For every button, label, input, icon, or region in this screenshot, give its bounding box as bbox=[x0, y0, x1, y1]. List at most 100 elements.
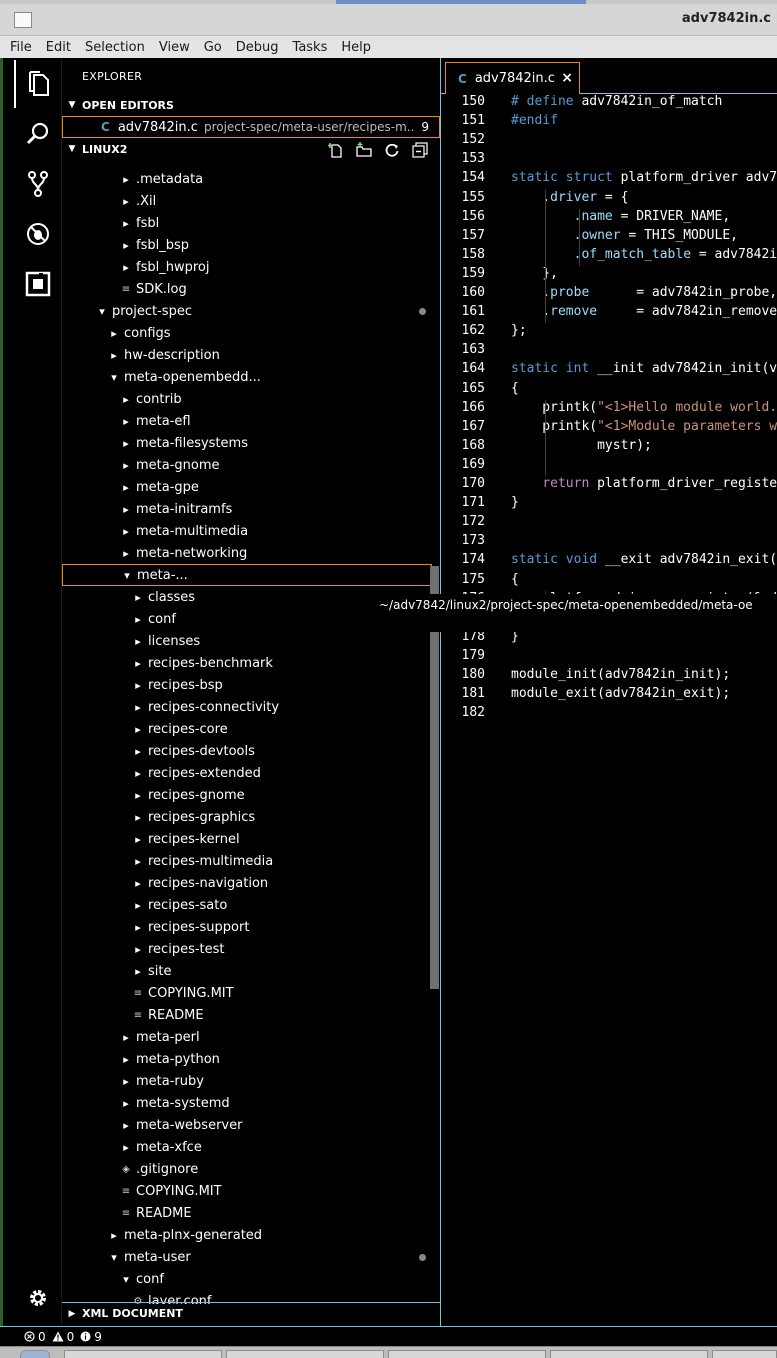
path-tooltip: ~/adv7842/linux2/project-spec/meta-opene… bbox=[372, 594, 777, 632]
tree-folder-item[interactable]: ▸ recipes-benchmark bbox=[62, 652, 432, 674]
tree-folder-item[interactable]: ▸ site bbox=[62, 960, 432, 982]
tree-folder-item[interactable]: ▸ configs bbox=[62, 322, 432, 344]
tree-folder-item[interactable]: ▸ meta-gpe bbox=[62, 476, 432, 498]
tree-folder-item[interactable]: ▸ meta-efl bbox=[62, 410, 432, 432]
open-editor-item[interactable]: C adv7842in.c project-spec/meta-user/rec… bbox=[62, 116, 440, 138]
tree-file-item[interactable]: ≡ SDK.log bbox=[62, 278, 432, 300]
chevron-right-icon: ▸ bbox=[123, 1074, 129, 1088]
chevron-right-icon: ▸ bbox=[123, 1118, 129, 1132]
menu-go[interactable]: Go bbox=[204, 40, 222, 55]
errors-status[interactable]: 0 bbox=[24, 1330, 46, 1344]
settings-gear-icon[interactable] bbox=[14, 1274, 62, 1322]
menu-tasks[interactable]: Tasks bbox=[293, 40, 328, 55]
tree-folder-item[interactable]: ▸ meta-perl bbox=[62, 1026, 432, 1048]
tree-folder-item[interactable]: ▸ recipes-extended bbox=[62, 762, 432, 784]
tree-item-label: recipes-devtools bbox=[148, 743, 255, 759]
chevron-down-icon: ▾ bbox=[123, 1272, 129, 1286]
source-control-icon[interactable] bbox=[14, 160, 62, 208]
tree-folder-item[interactable]: ▸ meta-ruby bbox=[62, 1070, 432, 1092]
new-file-icon[interactable] bbox=[322, 142, 350, 158]
menu-debug[interactable]: Debug bbox=[236, 40, 279, 55]
tree-folder-item[interactable]: ▸ recipes-gnome bbox=[62, 784, 432, 806]
tree-folder-item[interactable]: ▸ recipes-bsp bbox=[62, 674, 432, 696]
tree-folder-item[interactable]: ▸ recipes-devtools bbox=[62, 740, 432, 762]
tree-folder-item[interactable]: ▸ meta-filesystems bbox=[62, 432, 432, 454]
tree-folder-item[interactable]: ▸ recipes-navigation bbox=[62, 872, 432, 894]
extensions-icon[interactable] bbox=[14, 260, 62, 308]
xml-document-header[interactable]: ▶ XML DOCUMENT bbox=[62, 1302, 441, 1324]
collapse-all-icon[interactable] bbox=[406, 142, 434, 158]
tree-folder-item[interactable]: ▸ hw-description bbox=[62, 344, 432, 366]
tree-file-item[interactable]: ◈ .gitignore bbox=[62, 1158, 432, 1180]
tree-folder-item[interactable]: ▸ fsbl bbox=[62, 212, 432, 234]
warnings-status[interactable]: 0 bbox=[52, 1330, 74, 1344]
line-number: 170 bbox=[461, 476, 485, 491]
menu-selection[interactable]: Selection bbox=[85, 40, 145, 55]
taskbar-item-2[interactable] bbox=[226, 1350, 384, 1358]
tree-folder-item[interactable]: ▸ meta-plnx-generated bbox=[62, 1224, 432, 1246]
tree-folder-item[interactable]: ▸ meta-gnome bbox=[62, 454, 432, 476]
tree-file-item[interactable]: ≡ COPYING.MIT bbox=[62, 1180, 432, 1202]
taskbar-item-5[interactable] bbox=[712, 1350, 777, 1358]
tree-folder-item[interactable]: ▾ project-spec bbox=[62, 300, 432, 322]
tree-folder-item[interactable]: ▸ .metadata bbox=[62, 168, 432, 190]
explorer-icon[interactable] bbox=[14, 60, 62, 108]
tree-folder-item[interactable]: ▸ meta-webserver bbox=[62, 1114, 432, 1136]
line-number: 151 bbox=[461, 113, 485, 129]
code-editor[interactable]: 150 # define adv7842in_of_match 151 #endif 1… bbox=[441, 94, 777, 1326]
tree-folder-item[interactable]: ▸ recipes-sato bbox=[62, 894, 432, 916]
tree-folder-item[interactable]: ▾ meta-openembedd... bbox=[62, 366, 432, 388]
refresh-icon[interactable] bbox=[378, 142, 406, 158]
window-drag-area[interactable] bbox=[336, 0, 586, 4]
tree-folder-item[interactable]: ▸ recipes-core bbox=[62, 718, 432, 740]
search-icon[interactable] bbox=[14, 110, 62, 158]
tree-folder-item[interactable]: ▸ recipes-graphics bbox=[62, 806, 432, 828]
tree-folder-item[interactable]: ▸ meta-networking bbox=[62, 542, 432, 564]
tree-folder-item[interactable]: ▸ recipes-multimedia bbox=[62, 850, 432, 872]
debug-icon[interactable] bbox=[14, 210, 62, 258]
editor-tab-bar: C adv7842in.c × bbox=[441, 58, 777, 94]
code-token: module_exit(adv7842in_exit); bbox=[511, 686, 731, 702]
chevron-right-icon: ▸ bbox=[123, 194, 129, 208]
menu-file[interactable]: File bbox=[10, 40, 32, 55]
app-icon[interactable] bbox=[14, 12, 32, 28]
tree-folder-item[interactable]: ▸ meta-python bbox=[62, 1048, 432, 1070]
close-icon[interactable]: × bbox=[561, 70, 573, 86]
menu-help[interactable]: Help bbox=[341, 40, 371, 55]
code-line: 166 printk("<1>Hello module world.\n"); bbox=[441, 400, 777, 419]
modified-dot bbox=[419, 1254, 426, 1261]
menu-edit[interactable]: Edit bbox=[46, 40, 71, 55]
taskbar-item-4[interactable] bbox=[550, 1350, 708, 1358]
info-status[interactable]: 9 bbox=[80, 1330, 102, 1344]
tree-folder-item[interactable]: ▸ licenses bbox=[62, 630, 432, 652]
tree-folder-item[interactable]: ▸ recipes-test bbox=[62, 938, 432, 960]
tree-folder-item[interactable]: ▾ conf bbox=[62, 1268, 432, 1290]
tree-folder-item[interactable]: ▸ meta-multimedia bbox=[62, 520, 432, 542]
tree-folder-item[interactable]: ▾ meta-user bbox=[62, 1246, 432, 1268]
tree-folder-item[interactable]: ▾ meta-... bbox=[62, 564, 432, 586]
tree-folder-item[interactable]: ▸ fsbl_hwproj bbox=[62, 256, 432, 278]
tree-folder-item[interactable]: ▸ fsbl_bsp bbox=[62, 234, 432, 256]
tree-folder-item[interactable]: ▸ meta-xfce bbox=[62, 1136, 432, 1158]
taskbar-start-button[interactable] bbox=[20, 1350, 50, 1358]
tree-folder-item[interactable]: ▸ contrib bbox=[62, 388, 432, 410]
tree-file-item[interactable]: ≡ README bbox=[62, 1202, 432, 1224]
explorer-sidebar: EXPLORER ▼ OPEN EDITORS C adv7842in.c pr… bbox=[62, 58, 441, 1326]
tree-folder-item[interactable]: ▸ recipes-kernel bbox=[62, 828, 432, 850]
code-text: .name = DRIVER_NAME, bbox=[511, 209, 731, 224]
tree-folder-item[interactable]: ▸ meta-initramfs bbox=[62, 498, 432, 520]
tree-file-item[interactable]: ≡ README bbox=[62, 1004, 432, 1026]
tab-adv7842in-c[interactable]: C adv7842in.c × bbox=[445, 62, 580, 94]
tree-file-item[interactable]: ≡ COPYING.MIT bbox=[62, 982, 432, 1004]
tree-folder-item[interactable]: ▸ meta-systemd bbox=[62, 1092, 432, 1114]
taskbar-item-3[interactable] bbox=[388, 1350, 546, 1358]
open-editors-header[interactable]: ▼ OPEN EDITORS bbox=[62, 94, 440, 116]
tree-folder-item[interactable]: ▸ recipes-connectivity bbox=[62, 696, 432, 718]
code-token: .probe bbox=[542, 285, 590, 300]
tree-folder-item[interactable]: ▸ .Xil bbox=[62, 190, 432, 212]
taskbar-item-1[interactable] bbox=[64, 1350, 222, 1358]
tree-item-label: recipes-gnome bbox=[148, 787, 245, 803]
tree-folder-item[interactable]: ▸ recipes-support bbox=[62, 916, 432, 938]
menu-view[interactable]: View bbox=[159, 40, 190, 55]
new-folder-icon[interactable] bbox=[350, 142, 378, 158]
